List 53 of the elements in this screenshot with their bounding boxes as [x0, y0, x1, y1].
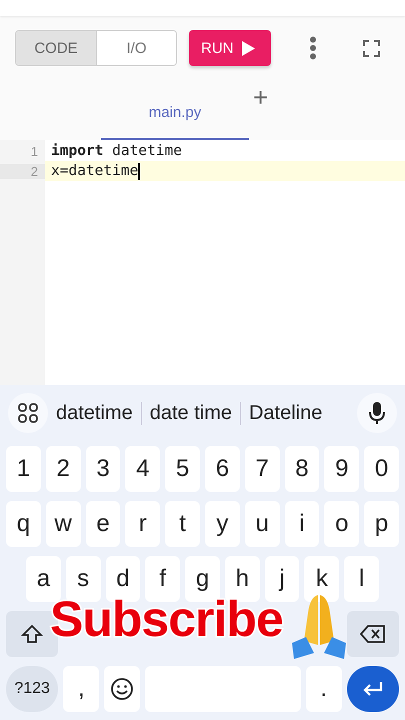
shift-icon: [20, 623, 43, 645]
suggestion[interactable]: Dateline: [240, 402, 330, 424]
apps-icon[interactable]: [8, 393, 48, 433]
keyboard-key[interactable]: f: [145, 556, 180, 602]
run-button[interactable]: RUN: [189, 30, 270, 66]
keyboard-key[interactable]: y: [204, 501, 240, 547]
line-number: 1: [30, 144, 39, 158]
keyboard-key[interactable]: i: [284, 501, 320, 547]
keyboard-key[interactable]: j: [264, 556, 300, 602]
text-cursor: [138, 162, 140, 180]
keyboard-key[interactable]: ,: [63, 666, 100, 712]
keyboard-key[interactable]: 0: [364, 446, 399, 492]
keyboard-key[interactable]: o: [324, 501, 360, 547]
backspace-icon: [360, 624, 386, 644]
mode-tab[interactable]: CODE: [16, 31, 96, 65]
emoji-key[interactable]: [104, 666, 140, 712]
fullscreen-icon[interactable]: [362, 40, 380, 56]
keyboard-key[interactable]: 3: [86, 446, 120, 492]
keyboard-key[interactable]: s: [66, 556, 101, 602]
keyboard-key[interactable]: 8: [284, 446, 320, 492]
keyboard-key[interactable]: 6: [204, 446, 240, 492]
keyboard-key[interactable]: w: [46, 501, 81, 547]
enter-icon: [360, 680, 385, 698]
smiley-icon: [110, 677, 134, 701]
keyboard-key[interactable]: 1: [6, 446, 41, 492]
keyboard-key[interactable]: p: [364, 501, 399, 547]
mode-tab[interactable]: I/O: [96, 31, 176, 65]
play-icon: [242, 40, 254, 56]
backspace-key[interactable]: [347, 611, 399, 657]
keyboard-key[interactable]: 2: [46, 446, 81, 492]
enter-key[interactable]: [346, 666, 399, 712]
keyboard-key[interactable]: .: [306, 666, 342, 712]
code-text: x=datetime: [51, 163, 138, 179]
keyboard-key[interactable]: e: [86, 501, 120, 547]
code-text: import datetime: [51, 143, 182, 159]
keyboard-key[interactable]: k: [304, 556, 340, 602]
keyboard-key[interactable]: r: [125, 501, 160, 547]
microphone-icon[interactable]: [357, 393, 397, 433]
suggestion[interactable]: date time: [140, 402, 240, 424]
suggestion[interactable]: datetime: [48, 402, 141, 424]
symbols-key[interactable]: ?123: [6, 666, 58, 712]
add-tab-button[interactable]: +: [253, 82, 268, 112]
keyboard-key[interactable]: t: [165, 501, 200, 547]
praying-hands-icon: [292, 595, 346, 659]
keyboard-key[interactable]: 5: [165, 446, 200, 492]
keyboard-key[interactable]: 9: [324, 446, 360, 492]
keyboard-key[interactable]: 4: [125, 446, 160, 492]
keyboard-key[interactable]: u: [244, 501, 280, 547]
keyboard-key[interactable]: a: [26, 556, 61, 602]
keyboard-key[interactable]: l: [344, 556, 380, 602]
keyboard-key[interactable]: 7: [244, 446, 280, 492]
line-number: 2: [0, 164, 45, 178]
keyboard-key[interactable]: q: [6, 501, 41, 547]
